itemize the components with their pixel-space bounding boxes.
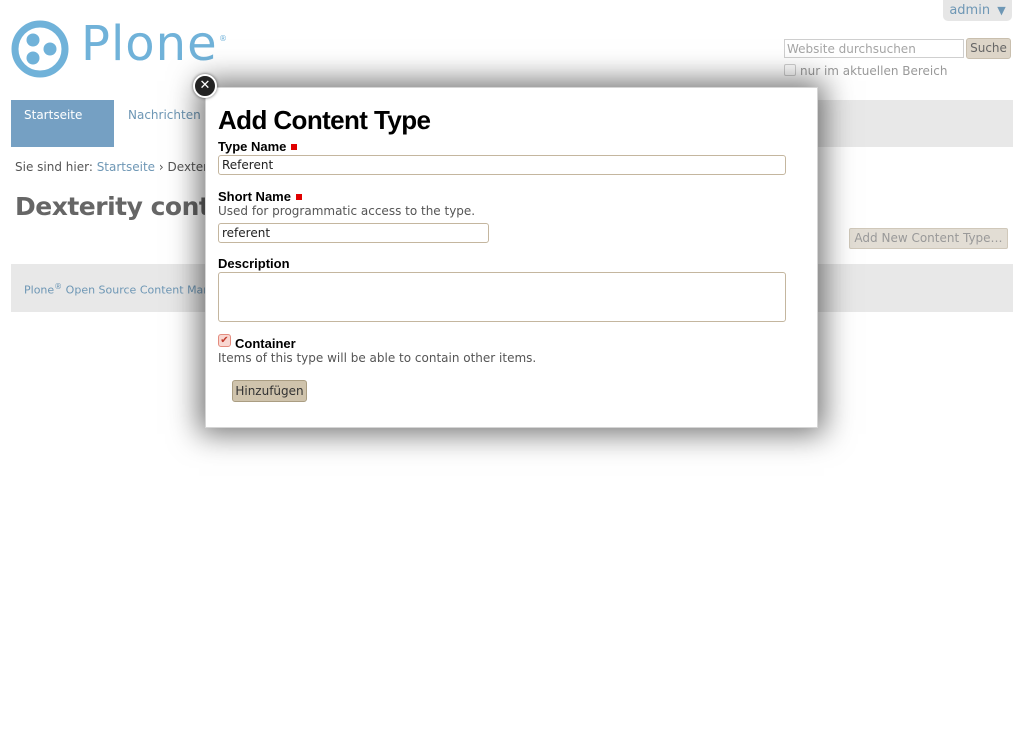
breadcrumb-separator: › [158,160,164,174]
short-name-help: Used for programmatic access to the type… [218,204,476,218]
required-marker-icon [295,194,302,200]
add-content-type-dialog: Add Content Type Type Name Short Name Us… [205,87,818,428]
footer-registered-mark: ® [54,282,63,291]
breadcrumb-prefix: Sie sind hier: [15,160,93,174]
add-new-content-type-button[interactable]: Add New Content Type… [849,228,1008,249]
container-checkbox[interactable]: ✔ [218,334,231,347]
type-name-input[interactable] [218,155,786,175]
search-scope[interactable]: nur im aktuellen Bereich [784,64,947,78]
dialog-title: Add Content Type [218,105,431,135]
footer-cms-link[interactable]: Open Source Content Man [66,284,211,297]
short-name-label-text: Short Name [218,189,291,204]
container-label: Container [235,336,296,351]
user-menu[interactable]: admin ▼ [943,0,1012,21]
nav-tab-nachrichten[interactable]: Nachrichten [114,100,217,147]
chevron-down-icon: ▼ [997,4,1006,17]
short-name-input[interactable] [218,223,489,243]
required-marker-icon [291,144,298,150]
nav-tab-startseite[interactable]: Startseite [11,100,114,147]
short-name-label: Short Name [218,189,302,204]
breadcrumb-home-link[interactable]: Startseite [97,160,155,174]
footer-text: Plone® Open Source Content Man [24,282,210,297]
user-menu-label: admin [949,3,991,18]
footer-plone-link[interactable]: Plone [24,284,54,297]
logo-registered-mark: ® [219,34,227,43]
type-name-label-text: Type Name [218,139,287,154]
search-button[interactable]: Suche [966,38,1011,59]
submit-button[interactable]: Hinzufügen [232,380,307,402]
search-scope-checkbox[interactable] [784,64,796,76]
description-label: Description [218,256,290,271]
search-input[interactable] [784,39,964,58]
search-scope-label: nur im aktuellen Bereich [800,64,948,78]
site-logo[interactable]: Plone ® [11,16,231,80]
description-textarea[interactable] [218,272,786,322]
plone-logo-icon [11,20,69,78]
close-icon[interactable]: ✕ [193,74,217,98]
logo-wordmark: Plone [81,16,218,72]
container-help: Items of this type will be able to conta… [218,351,537,365]
breadcrumb: Sie sind hier: Startseite › Dexterity [15,160,223,174]
type-name-label: Type Name [218,139,298,154]
